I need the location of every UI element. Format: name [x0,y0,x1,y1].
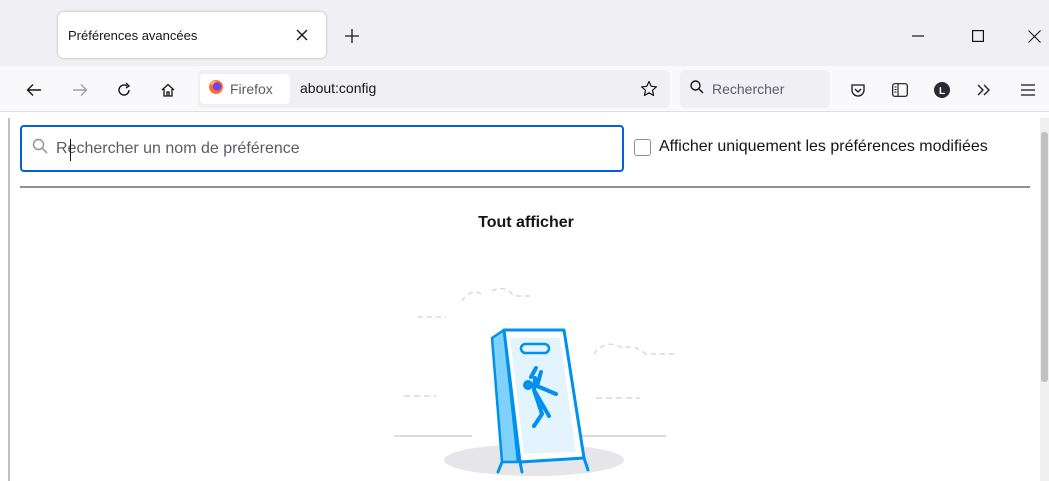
back-button[interactable] [20,76,48,104]
minimize-button[interactable] [904,24,932,48]
divider [20,186,1030,188]
tab-strip: Préférences avancées [0,0,1049,66]
tab-title: Préférences avancées [68,27,198,43]
close-icon[interactable] [292,25,312,45]
firefox-logo-icon [208,79,224,100]
wet-floor-sign-illustration [384,276,674,481]
new-tab-button[interactable] [340,24,364,48]
tab-preferences[interactable]: Préférences avancées [58,12,326,58]
modified-only-label: Afficher uniquement les préférences modi… [659,138,988,155]
search-icon [32,138,48,159]
pocket-icon[interactable] [844,76,872,104]
modified-only-checkbox[interactable] [634,138,651,156]
vertical-scrollbar[interactable] [1040,118,1049,481]
maximize-button[interactable] [964,24,992,48]
nav-bar: Firefox about:config Rechercher L [0,66,1049,112]
sidebar-icon[interactable] [886,76,914,104]
hamburger-menu-icon[interactable] [1014,76,1042,104]
search-bar-placeholder: Rechercher [712,81,785,97]
show-all-button[interactable]: Tout afficher [10,214,1042,232]
search-bar[interactable]: Rechercher [680,70,830,108]
overflow-chevron-icon[interactable] [970,76,998,104]
close-window-button[interactable] [1020,24,1048,48]
scrollbar-thumb[interactable] [1041,132,1048,382]
preference-search-box[interactable] [20,125,624,172]
account-initial: L [939,86,945,97]
home-button[interactable] [154,76,182,104]
identity-box[interactable]: Firefox [200,74,290,104]
modified-only-toggle[interactable]: Afficher uniquement les préférences modi… [634,138,988,156]
bookmark-star-icon[interactable] [636,76,662,102]
search-icon [690,79,704,99]
forward-button[interactable] [66,76,94,104]
url-bar[interactable]: Firefox about:config [198,70,670,108]
about-config-page: Afficher uniquement les préférences modi… [10,112,1049,481]
url-text[interactable]: about:config [300,80,376,96]
text-cursor [70,139,71,161]
account-avatar-icon[interactable]: L [928,76,956,104]
browser-window: Préférences avancées Firefox about:confi… [0,0,1049,481]
identity-label: Firefox [230,81,273,97]
reload-button[interactable] [110,76,138,104]
preference-search-input[interactable] [56,139,596,158]
